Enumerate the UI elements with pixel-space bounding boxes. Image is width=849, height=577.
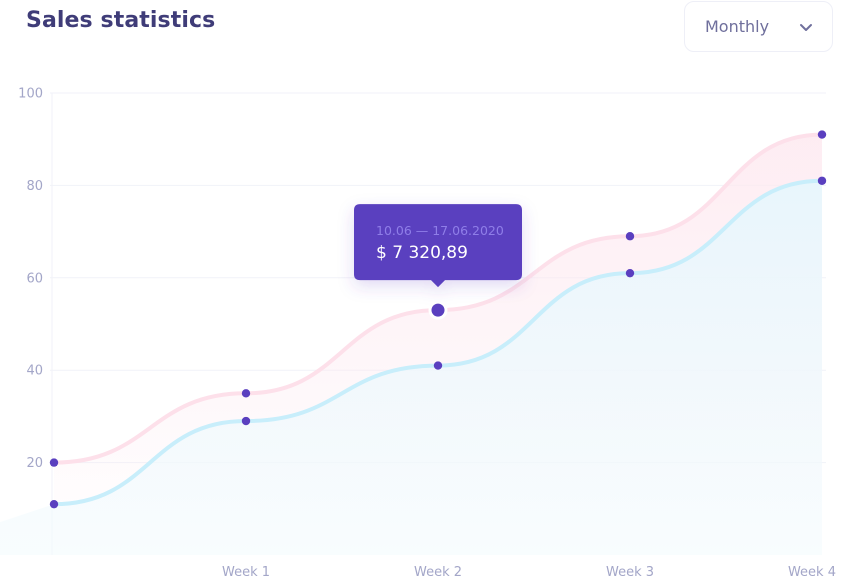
y-tick-label: 40 xyxy=(26,364,43,379)
data-point[interactable] xyxy=(817,176,827,185)
data-point[interactable] xyxy=(49,458,59,467)
x-tick-label: Week 1 xyxy=(222,565,270,577)
sales-line-chart: 20 40 60 80 100 Week 1 Week 2 Week 3 Week 4 10.… xyxy=(0,87,836,577)
tooltip-value: $ 7 320,89 xyxy=(376,243,468,263)
highlighted-data-point[interactable] xyxy=(428,300,448,320)
x-tick-label: Week 2 xyxy=(414,565,462,577)
x-tick-label: Week 4 xyxy=(788,565,836,577)
y-tick-label: 100 xyxy=(18,87,43,102)
tooltip-date: 10.06 — 17.06.2020 xyxy=(376,223,504,238)
x-axis-ticks: Week 1 Week 2 Week 3 Week 4 xyxy=(222,565,836,577)
y-tick-label: 80 xyxy=(26,179,43,194)
data-point[interactable] xyxy=(625,268,635,278)
y-axis-ticks: 20 40 60 80 100 xyxy=(18,87,43,472)
data-point[interactable] xyxy=(433,361,443,370)
data-point[interactable] xyxy=(241,389,251,398)
y-tick-label: 20 xyxy=(26,456,43,471)
data-point[interactable] xyxy=(241,416,251,426)
x-tick-label: Week 3 xyxy=(606,565,654,577)
series-areas xyxy=(0,134,822,555)
data-point[interactable] xyxy=(817,130,827,139)
y-tick-label: 60 xyxy=(26,271,43,286)
data-point[interactable] xyxy=(625,232,635,241)
data-point[interactable] xyxy=(49,499,59,509)
